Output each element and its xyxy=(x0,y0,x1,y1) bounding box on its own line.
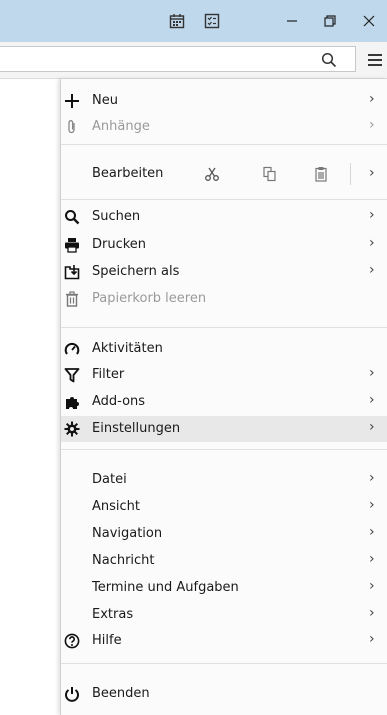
gear-icon xyxy=(63,420,81,438)
cut-icon[interactable] xyxy=(202,164,222,184)
tasks-icon[interactable] xyxy=(195,0,229,42)
menu-separator xyxy=(61,199,387,200)
menu-item-papierkorb-leeren[interactable]: Papierkorb leeren xyxy=(61,286,387,312)
chevron-right-icon: › xyxy=(369,497,375,513)
menu-item-nachricht[interactable]: Nachricht › xyxy=(61,548,387,574)
menu-item-label: Bearbeiten xyxy=(92,166,164,181)
printer-icon xyxy=(63,236,81,254)
help-icon xyxy=(63,632,81,650)
menu-item-label: Neu xyxy=(92,93,118,108)
chevron-right-icon: › xyxy=(369,117,375,133)
menu-item-navigation[interactable]: Navigation › xyxy=(61,521,387,547)
menu-item-label: Drucken xyxy=(92,237,147,252)
app-menu: Neu › Anhänge › Bearbeiten › Suchen › Dr… xyxy=(60,79,387,715)
chevron-right-icon: › xyxy=(369,524,375,540)
chevron-right-icon: › xyxy=(369,470,375,486)
menu-item-speichern-als[interactable]: Speichern als › xyxy=(61,259,387,285)
menu-separator xyxy=(61,327,387,328)
chevron-right-icon: › xyxy=(369,365,375,381)
menu-item-label: Nachricht xyxy=(92,553,155,568)
plus-icon xyxy=(63,92,81,110)
chevron-right-icon: › xyxy=(369,392,375,408)
menu-item-label: Einstellungen xyxy=(92,421,181,436)
filter-icon xyxy=(63,366,81,384)
menu-item-filter[interactable]: Filter › xyxy=(61,362,387,388)
chevron-right-icon: › xyxy=(369,165,375,181)
menu-item-label: Navigation xyxy=(92,526,163,541)
toolbar xyxy=(0,42,387,79)
menu-item-label: Anhänge xyxy=(92,119,150,134)
menu-item-drucken[interactable]: Drucken › xyxy=(61,232,387,258)
restore-button[interactable] xyxy=(313,0,347,42)
chevron-right-icon: › xyxy=(369,235,375,251)
divider xyxy=(350,163,351,185)
chevron-right-icon: › xyxy=(369,419,375,435)
copy-icon[interactable] xyxy=(260,164,280,184)
menu-item-hilfe[interactable]: Hilfe › xyxy=(61,628,387,654)
menu-separator xyxy=(61,144,387,145)
menu-item-einstellungen[interactable]: Einstellungen › xyxy=(61,416,387,442)
hamburger-icon[interactable] xyxy=(364,48,386,72)
menu-item-label: Suchen xyxy=(92,209,141,224)
calendar-icon[interactable] xyxy=(160,0,194,42)
power-icon xyxy=(63,685,81,703)
menu-item-label: Datei xyxy=(92,472,127,487)
menu-item-label: Filter xyxy=(92,367,125,382)
menu-item-bearbeiten[interactable]: Bearbeiten › xyxy=(61,159,387,189)
search-input[interactable] xyxy=(0,46,356,72)
chevron-right-icon: › xyxy=(369,631,375,647)
chevron-right-icon: › xyxy=(369,578,375,594)
menu-item-label: Beenden xyxy=(92,686,150,701)
save-as-icon xyxy=(63,263,81,281)
menu-item-ansicht[interactable]: Ansicht › xyxy=(61,494,387,520)
paste-icon[interactable] xyxy=(311,164,331,184)
menu-item-aktivitaeten[interactable]: Aktivitäten xyxy=(61,336,387,362)
menu-item-label: Ansicht xyxy=(92,499,141,514)
chevron-right-icon: › xyxy=(369,207,375,223)
minimize-button[interactable] xyxy=(275,0,309,42)
chevron-right-icon: › xyxy=(369,551,375,567)
chevron-right-icon: › xyxy=(369,91,375,107)
title-bar xyxy=(0,0,387,42)
menu-item-datei[interactable]: Datei › xyxy=(61,467,387,493)
menu-item-label: Termine und Aufgaben xyxy=(92,580,239,595)
menu-separator xyxy=(61,663,387,664)
menu-item-anhaenge[interactable]: Anhänge › xyxy=(61,114,387,140)
chevron-right-icon: › xyxy=(369,605,375,621)
puzzle-icon xyxy=(63,393,81,411)
close-button[interactable] xyxy=(352,0,386,42)
menu-item-extras[interactable]: Extras › xyxy=(61,602,387,628)
menu-item-beenden[interactable]: Beenden xyxy=(61,681,387,707)
search-icon xyxy=(63,208,81,226)
menu-item-label: Speichern als xyxy=(92,264,180,279)
menu-item-termine-und-aufgaben[interactable]: Termine und Aufgaben › xyxy=(61,575,387,601)
menu-item-neu[interactable]: Neu › xyxy=(61,88,387,114)
menu-separator xyxy=(61,449,387,450)
menu-item-label: Hilfe xyxy=(92,633,122,648)
chevron-right-icon: › xyxy=(369,262,375,278)
menu-item-label: Extras xyxy=(92,607,134,622)
folder-pane xyxy=(0,79,60,715)
menu-item-suchen[interactable]: Suchen › xyxy=(61,204,387,230)
search-icon[interactable] xyxy=(317,48,341,72)
trash-icon xyxy=(63,290,81,308)
activity-gauge-icon xyxy=(63,340,81,358)
menu-item-label: Papierkorb leeren xyxy=(92,291,207,306)
menu-item-label: Aktivitäten xyxy=(92,341,163,356)
menu-item-add-ons[interactable]: Add-ons › xyxy=(61,389,387,415)
paperclip-icon xyxy=(63,118,81,136)
menu-item-label: Add-ons xyxy=(92,394,146,409)
